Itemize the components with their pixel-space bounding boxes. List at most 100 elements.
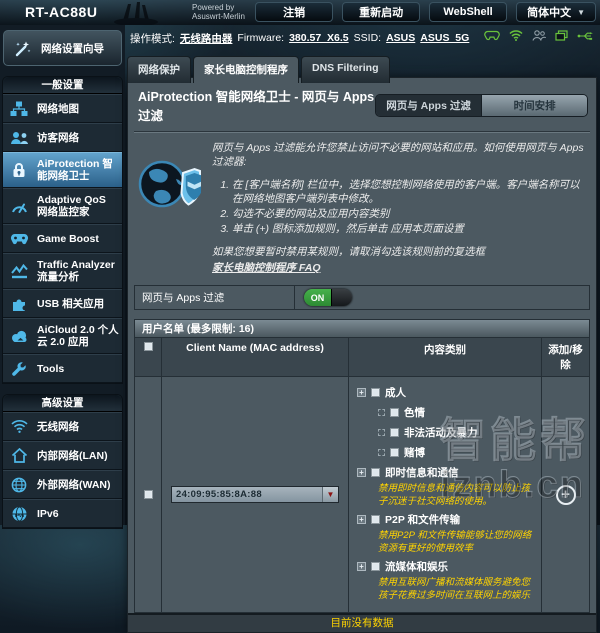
sidebar-item-guest-network[interactable]: 访客网络 bbox=[3, 123, 122, 152]
reboot-button[interactable]: 重新启动 bbox=[342, 2, 421, 22]
subcategory-illegal: 非法活动及暴力 bbox=[378, 425, 535, 440]
category-instant-message: + 即时信息和通信 bbox=[357, 465, 535, 480]
expand-icon[interactable]: + bbox=[357, 388, 366, 397]
subcategory-label: 色情 bbox=[404, 407, 425, 419]
sidebar-item-label: Tools bbox=[37, 362, 65, 375]
sidebar-item-lan[interactable]: 内部网络(LAN) bbox=[3, 441, 122, 470]
sidebar-item-label: Adaptive QoS 网络监控家 bbox=[37, 194, 106, 218]
sidebar-item-aicloud[interactable]: AiCloud 2.0 个人云 2.0 应用 bbox=[3, 318, 122, 354]
client-mac-dropdown[interactable]: 24:09:95:85:8A:88 ▼ bbox=[171, 486, 339, 503]
select-all-cell bbox=[135, 338, 162, 376]
step-2: 勾选不必要的网站及应用内容类别 bbox=[232, 207, 584, 221]
sidebar-item-label: IPv6 bbox=[37, 507, 59, 520]
expand-icon[interactable]: + bbox=[357, 515, 366, 524]
op-mode-label: 操作模式: bbox=[130, 32, 175, 45]
client-name-cell: 24:09:95:85:8A:88 ▼ bbox=[162, 377, 349, 612]
client-mac-value: 24:09:95:85:8A:88 bbox=[176, 489, 262, 500]
tab-dns-filtering[interactable]: DNS Filtering bbox=[301, 56, 390, 83]
sidebar-item-wan[interactable]: 外部网络(WAN) bbox=[3, 470, 122, 499]
content-tabs: 网络保护 家长电脑控制程序 DNS Filtering bbox=[127, 56, 390, 83]
dropdown-arrow-icon: ▼ bbox=[322, 487, 338, 502]
time-scheduling-view-button[interactable]: 时间安排 bbox=[481, 94, 587, 116]
sidebar-section-general: 一般设置 网络地图 访客网络 AiProtection 智能网络卫士 Adapt… bbox=[2, 76, 123, 384]
sidebar-item-adaptive-qos[interactable]: Adaptive QoS 网络监控家 bbox=[3, 188, 122, 224]
ssid-label: SSID: bbox=[353, 32, 382, 44]
router-image bbox=[108, 0, 172, 30]
language-label: 简体中文 bbox=[527, 7, 572, 19]
filter-toggle-label: 网页与 Apps 过滤 bbox=[135, 286, 295, 309]
category-adult: + 成人 bbox=[357, 385, 535, 400]
op-mode-link[interactable]: 无线路由器 bbox=[180, 31, 233, 46]
globe-shield-icon bbox=[136, 141, 202, 275]
add-cell: + bbox=[542, 377, 589, 612]
usb-status-icon[interactable] bbox=[577, 31, 594, 41]
webapps-filter-view-button[interactable]: 网页与 Apps 过滤 bbox=[375, 94, 482, 116]
lock-shield-icon bbox=[7, 162, 31, 178]
category-label: 流媒体和娱乐 bbox=[385, 561, 448, 573]
ipv6-icon: IPv6 bbox=[7, 506, 31, 522]
sidebar-item-wireless[interactable]: 无线网络 bbox=[3, 412, 122, 441]
sidebar-item-usb-apps[interactable]: USB 相关应用 bbox=[3, 289, 122, 318]
gamepad-icon bbox=[7, 233, 31, 245]
status-icons bbox=[484, 30, 594, 41]
expand-icon[interactable]: + bbox=[357, 468, 366, 477]
game-mode-icon[interactable] bbox=[484, 30, 500, 41]
category-description: 禁用即时信息和通信内容可以防止孩子沉迷于社交网络的使用。 bbox=[378, 483, 531, 507]
firmware-link[interactable]: 380.57_X6.5 bbox=[289, 32, 349, 44]
category-checkbox[interactable] bbox=[371, 468, 380, 477]
column-add-delete: 添加/移除 bbox=[548, 344, 583, 371]
sidebar-item-label: 无线网络 bbox=[37, 420, 79, 433]
faq-link[interactable]: 家长电脑控制程序 FAQ bbox=[212, 261, 321, 275]
subcategory-gambling: 赌博 bbox=[378, 445, 535, 460]
logout-button[interactable]: 注销 bbox=[255, 2, 334, 22]
subcategory-label: 赌博 bbox=[404, 447, 425, 459]
sidebar-item-tools[interactable]: Tools bbox=[3, 354, 122, 383]
header-buttons: 注销 重新启动 WebShell 简体中文 ▼ bbox=[255, 2, 596, 22]
column-client-name: Client Name (MAC address) bbox=[162, 338, 349, 376]
steps-list: 在 [客户端名称] 栏位中，选择您想控制网络使用的客户端。客户端名称可以在网络地… bbox=[232, 178, 584, 236]
row-select-cell bbox=[135, 377, 162, 612]
tab-network-protection[interactable]: 网络保护 bbox=[127, 56, 191, 83]
category-checkbox[interactable] bbox=[371, 388, 380, 397]
sidebar-item-network-map[interactable]: 网络地图 bbox=[3, 94, 122, 123]
language-select[interactable]: 简体中文 ▼ bbox=[516, 2, 596, 22]
subcategory-checkbox[interactable] bbox=[390, 448, 399, 457]
category-checkbox[interactable] bbox=[371, 515, 380, 524]
sidebar-item-quick-setup[interactable]: 网络设置向导 bbox=[3, 30, 122, 66]
sidebar-item-traffic-analyzer[interactable]: Traffic Analyzer 流量分析 bbox=[3, 253, 122, 289]
ssid-link-1[interactable]: ASUS bbox=[386, 32, 415, 44]
tree-node-icon bbox=[378, 449, 385, 456]
sidebar-item-ipv6[interactable]: IPv6 IPv6 bbox=[3, 499, 122, 528]
toggle-on-label: ON bbox=[304, 289, 331, 306]
category-label: 即时信息和通信 bbox=[385, 467, 459, 479]
tab-parental-controls[interactable]: 家长电脑控制程序 bbox=[193, 56, 299, 83]
firmware-label: Firmware: bbox=[237, 32, 285, 44]
category-streaming: + 流媒体和娱乐 bbox=[357, 559, 535, 574]
row-checkbox[interactable] bbox=[143, 490, 153, 499]
webshell-button[interactable]: WebShell bbox=[429, 2, 508, 22]
clients-status-icon[interactable] bbox=[532, 30, 546, 41]
webapps-filter-toggle[interactable]: ON bbox=[304, 289, 352, 306]
puzzle-icon bbox=[7, 296, 31, 312]
select-all-checkbox[interactable] bbox=[143, 342, 153, 351]
guest-network-icon bbox=[7, 131, 31, 145]
step-1: 在 [客户端名称] 栏位中，选择您想控制网络使用的客户端。客户端名称可以在网络地… bbox=[232, 178, 584, 206]
subcategory-checkbox[interactable] bbox=[390, 408, 399, 417]
ssid-link-2[interactable]: ASUS_5G bbox=[420, 32, 469, 44]
add-rule-button[interactable]: + bbox=[555, 484, 576, 505]
sidebar-item-label: 访客网络 bbox=[37, 131, 79, 144]
description-text: 网页与 Apps 过滤能允许您禁止访问不必要的网站和应用。如何使用网页与 App… bbox=[212, 141, 588, 275]
guest-status-icon[interactable] bbox=[555, 30, 568, 41]
subcategory-checkbox[interactable] bbox=[390, 428, 399, 437]
network-map-icon bbox=[7, 101, 31, 117]
category-description: 禁用P2P 和文件传输能够让您的网络资源有更好的使用效率 bbox=[378, 530, 532, 554]
section-header: 一般设置 bbox=[3, 77, 122, 94]
tree-node-icon bbox=[378, 409, 385, 416]
sidebar-item-game-boost[interactable]: Game Boost bbox=[3, 224, 122, 253]
description-note: 如果您想要暂时禁用某规则，请取消勾选该规则前的复选框 bbox=[212, 246, 485, 258]
sidebar-item-aiprotection[interactable]: AiProtection 智能网络卫士 bbox=[3, 152, 122, 188]
sidebar-item-label: 内部网络(LAN) bbox=[37, 449, 108, 462]
wifi-status-icon[interactable] bbox=[509, 30, 523, 41]
expand-icon[interactable]: + bbox=[357, 562, 366, 571]
category-checkbox[interactable] bbox=[371, 562, 380, 571]
